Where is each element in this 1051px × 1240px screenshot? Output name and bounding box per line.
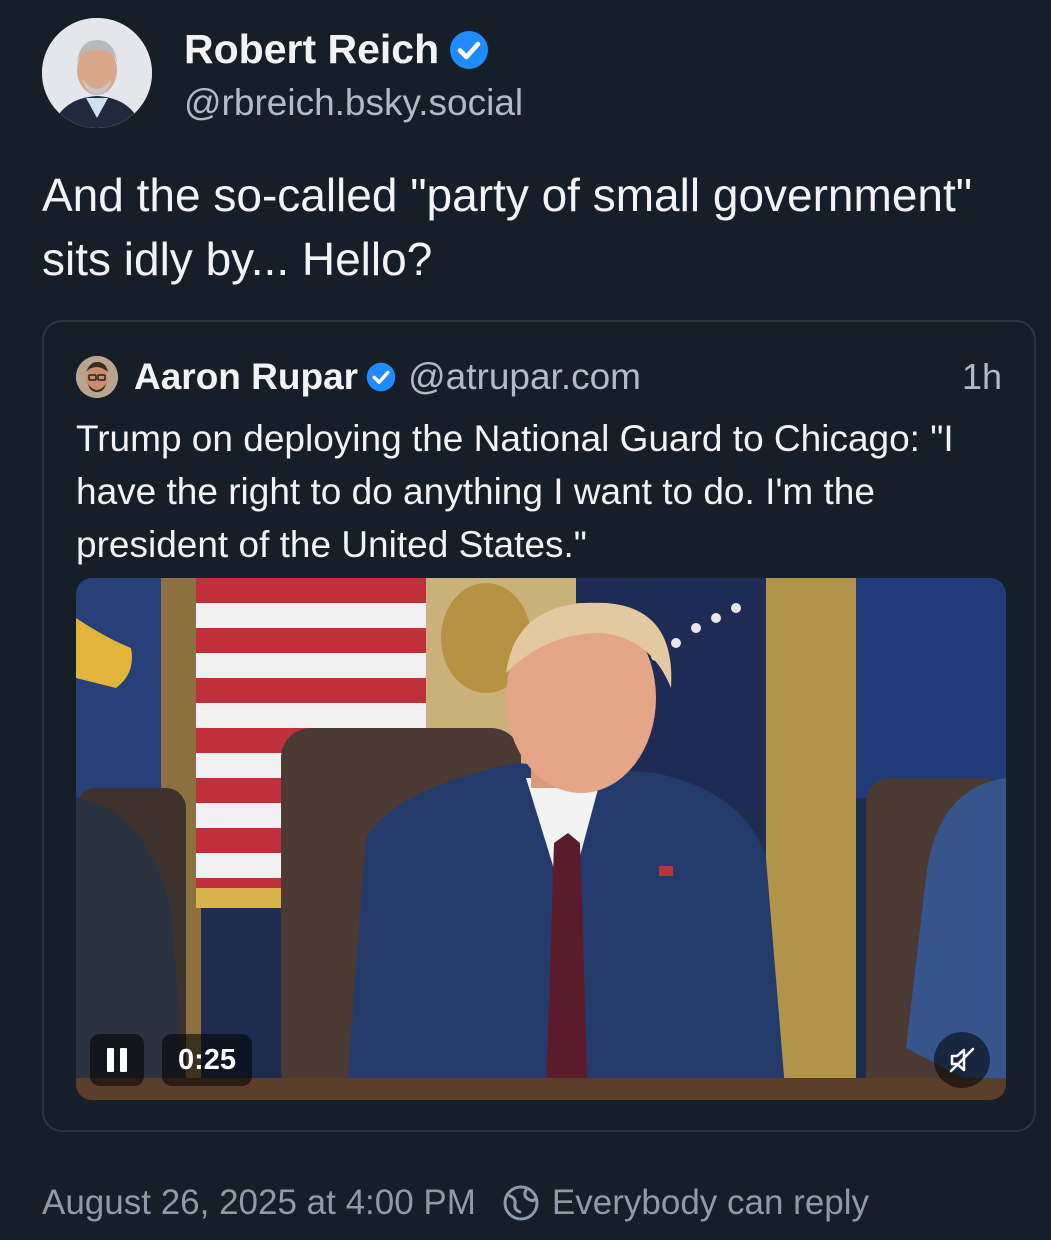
quote-author-avatar[interactable]: [76, 356, 118, 398]
author-name[interactable]: Robert Reich: [184, 26, 439, 73]
globe-icon: [503, 1185, 539, 1221]
verified-badge-icon: [450, 30, 489, 69]
quote-author-handle[interactable]: @atrupar.com: [408, 356, 641, 398]
author-name-row[interactable]: Robert Reich: [184, 26, 489, 73]
quote-author-avatar-image: [76, 356, 118, 398]
quote-author-name[interactable]: Aaron Rupar: [134, 356, 358, 398]
quoted-post[interactable]: Aaron Rupar @atrupar.com 1h Trump on dep…: [42, 320, 1036, 1132]
muted-speaker-icon: [949, 1047, 975, 1073]
pause-icon-bar: [107, 1048, 114, 1072]
author-handle[interactable]: @rbreich.bsky.social: [184, 82, 523, 124]
quote-text: Trump on deploying the National Guard to…: [76, 418, 954, 565]
video-frame: [76, 578, 1006, 1100]
video-player[interactable]: 0:25: [76, 578, 1006, 1100]
quote-time-ago: 1h: [961, 356, 1002, 397]
post-text: And the so-called "party of small govern…: [42, 169, 973, 285]
video-duration: 0:25: [162, 1034, 253, 1086]
post-footer: August 26, 2025 at 4:00 PM Everybody can…: [42, 1176, 869, 1230]
verified-badge-icon: [366, 362, 396, 392]
author-avatar-image: [42, 18, 152, 128]
post-timestamp: August 26, 2025 at 4:00 PM: [42, 1183, 476, 1222]
reply-setting[interactable]: Everybody can reply: [552, 1183, 869, 1223]
pause-icon-bar: [120, 1048, 127, 1072]
quote-header: Aaron Rupar @atrupar.com 1h: [134, 354, 1002, 400]
mute-button[interactable]: [934, 1032, 990, 1088]
author-avatar[interactable]: [42, 18, 152, 128]
pause-button[interactable]: [90, 1034, 144, 1086]
